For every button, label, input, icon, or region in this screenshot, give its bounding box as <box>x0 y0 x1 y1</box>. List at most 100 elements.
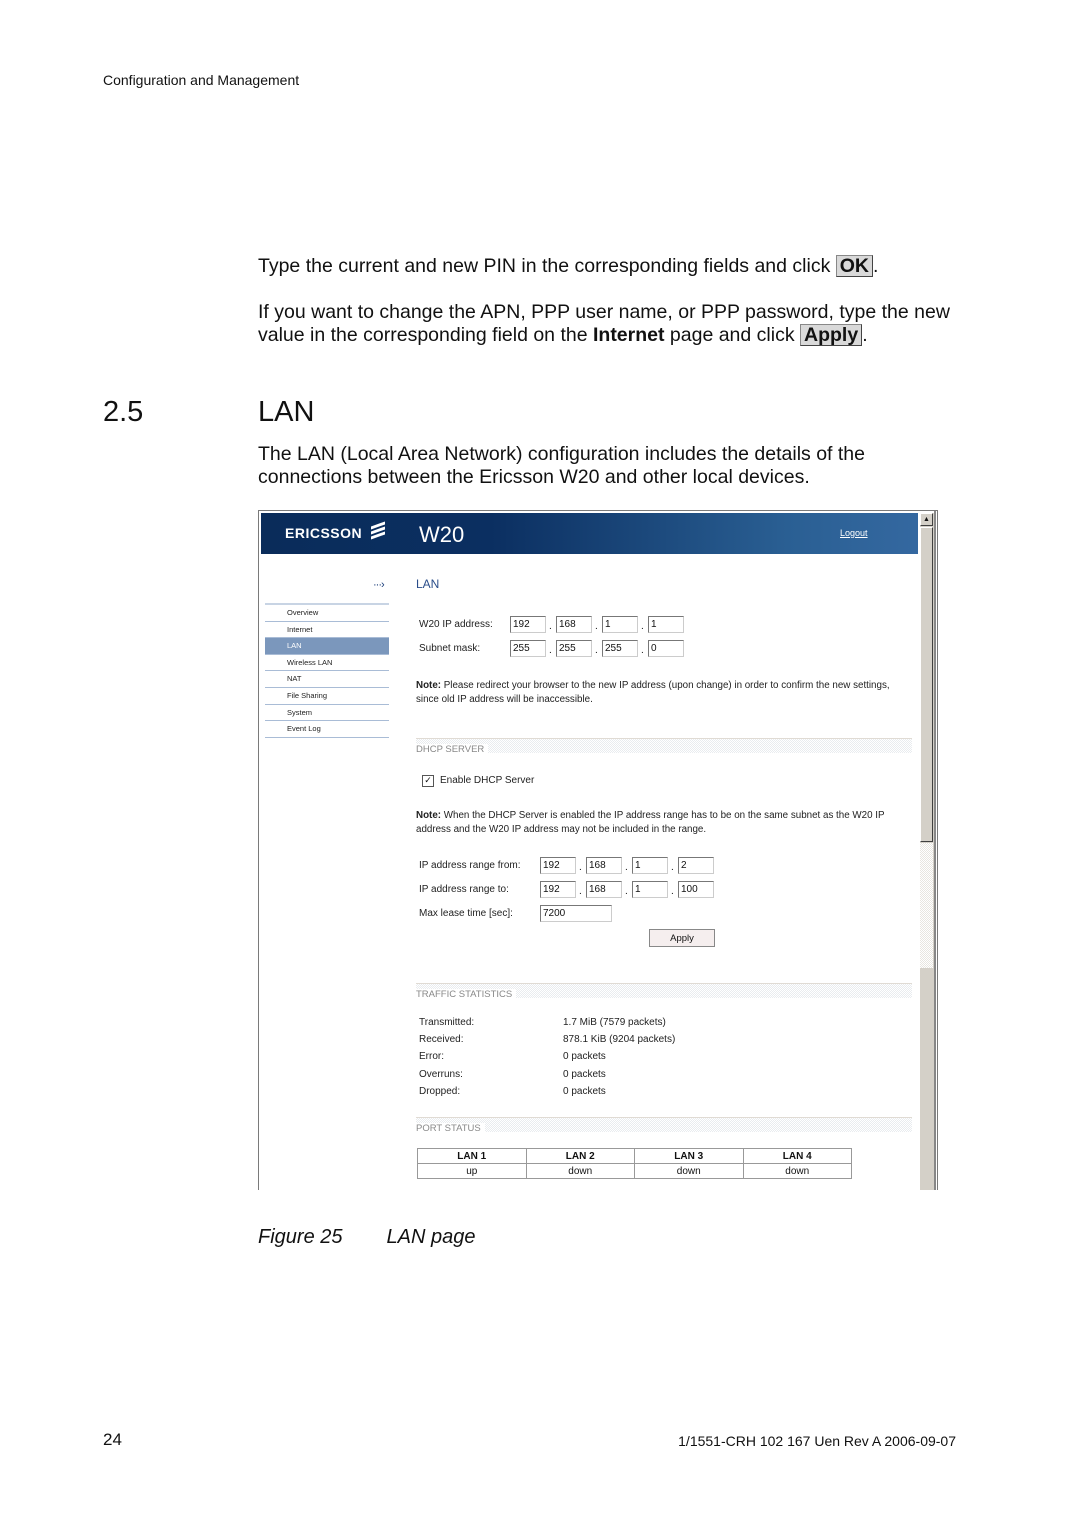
range-from-label: IP address range from: <box>419 860 521 871</box>
figure-label: Figure 25 <box>258 1226 343 1248</box>
note-text: When the DHCP Server is enabled the IP a… <box>416 810 885 835</box>
dot-separator: . <box>641 645 644 656</box>
dhcp-section-header: DHCP SERVER <box>416 738 912 755</box>
range-from-octet-2[interactable]: 168 <box>586 857 622 874</box>
stat-label: Dropped: <box>419 1086 461 1097</box>
dot-separator: . <box>595 621 598 632</box>
port-status: down <box>525 1163 635 1179</box>
paragraph-text: Type the current and new PIN in the corr… <box>258 255 836 277</box>
dot-separator: . <box>641 621 644 632</box>
port-status: up <box>417 1163 527 1179</box>
port-status-table: LAN 1 LAN 2 LAN 3 LAN 4 up down down dow… <box>417 1148 852 1179</box>
scroll-track[interactable] <box>920 843 933 968</box>
dot-separator: . <box>579 886 582 897</box>
range-to-label: IP address range to: <box>419 884 509 895</box>
running-head: Configuration and Management <box>103 72 300 88</box>
range-from-octet-3[interactable]: 1 <box>632 857 668 874</box>
dhcp-note: Note: When the DHCP Server is enabled th… <box>416 809 906 837</box>
dot-separator: . <box>671 862 674 873</box>
port-section-header: PORT STATUS <box>416 1117 912 1134</box>
section-number: 2.5 <box>103 396 144 428</box>
mask-octet-4[interactable]: 0 <box>648 640 684 657</box>
stat-value: 0 packets <box>563 1086 606 1097</box>
range-to-octet-4[interactable]: 100 <box>678 881 714 898</box>
sidebar-item-internet[interactable]: Internet <box>265 621 389 639</box>
paragraph-text: page and click <box>664 324 801 346</box>
note-text: Please redirect your browser to the new … <box>416 680 890 705</box>
vertical-scrollbar[interactable]: ▲ <box>919 513 934 1190</box>
figure-title: LAN page <box>386 1226 476 1248</box>
sidebar-item-system[interactable]: System <box>265 704 389 722</box>
port-status: down <box>634 1163 744 1179</box>
port-name: LAN 2 <box>525 1148 635 1164</box>
mask-octet-2[interactable]: 255 <box>556 640 592 657</box>
ip-octet-4[interactable]: 1 <box>648 616 684 633</box>
dot-separator: . <box>549 645 552 656</box>
stat-value: 1.7 MiB (7579 packets) <box>563 1017 666 1028</box>
window-border <box>934 511 936 1190</box>
stat-value: 0 packets <box>563 1069 606 1080</box>
mask-octet-1[interactable]: 255 <box>510 640 546 657</box>
sidebar-nav: Overview Internet LAN Wireless LAN NAT F… <box>265 603 389 738</box>
page-heading: LAN <box>416 577 440 591</box>
stat-label: Error: <box>419 1051 444 1062</box>
stat-label: Overruns: <box>419 1069 463 1080</box>
range-to-octet-3[interactable]: 1 <box>632 881 668 898</box>
dot-separator: . <box>579 862 582 873</box>
lan-page-screenshot: ERICSSON W20 Logout ···› LAN Overview In… <box>258 510 938 1190</box>
note-label: Note: <box>416 810 442 821</box>
enable-dhcp-checkbox[interactable]: ✓ <box>422 775 434 787</box>
paragraph-pin: Type the current and new PIN in the corr… <box>258 255 879 277</box>
ip-octet-1[interactable]: 192 <box>510 616 546 633</box>
traffic-section-title: TRAFFIC STATISTICS <box>416 989 517 1000</box>
header-banner: ERICSSON W20 Logout <box>261 513 918 554</box>
range-from-octet-1[interactable]: 192 <box>540 857 576 874</box>
lease-time-label: Max lease time [sec]: <box>419 908 513 919</box>
figure-caption: Figure 25 LAN page <box>258 1226 475 1249</box>
ip-address-label: W20 IP address: <box>419 619 493 630</box>
arrow-right-icon: ···› <box>373 579 385 591</box>
table-row: up down down down <box>417 1163 852 1179</box>
apply-button[interactable]: Apply <box>649 929 715 947</box>
subnet-mask-label: Subnet mask: <box>419 643 481 654</box>
scroll-thumb[interactable] <box>920 527 933 842</box>
ericsson-logo-icon <box>371 521 385 540</box>
dot-separator: . <box>595 645 598 656</box>
port-name: LAN 3 <box>634 1148 744 1164</box>
table-header-row: LAN 1 LAN 2 LAN 3 LAN 4 <box>417 1148 852 1164</box>
sidebar-item-lan[interactable]: LAN <box>265 638 389 655</box>
logout-link[interactable]: Logout <box>840 528 868 538</box>
stat-value: 878.1 KiB (9204 packets) <box>563 1034 676 1045</box>
range-to-octet-1[interactable]: 192 <box>540 881 576 898</box>
ip-octet-2[interactable]: 168 <box>556 616 592 633</box>
dot-separator: . <box>549 621 552 632</box>
stat-value: 0 packets <box>563 1051 606 1062</box>
range-to-octet-2[interactable]: 168 <box>586 881 622 898</box>
port-status: down <box>742 1163 852 1179</box>
sidebar-item-wireless-lan[interactable]: Wireless LAN <box>265 654 389 672</box>
port-name: LAN 4 <box>742 1148 852 1164</box>
sidebar-item-nat[interactable]: NAT <box>265 671 389 688</box>
sidebar-item-file-sharing[interactable]: File Sharing <box>265 687 389 705</box>
port-name: LAN 1 <box>417 1148 527 1164</box>
scroll-up-icon[interactable]: ▲ <box>920 513 933 526</box>
stat-label: Transmitted: <box>419 1017 475 1028</box>
sidebar-item-overview[interactable]: Overview <box>265 605 389 622</box>
redirect-note: Note: Please redirect your browser to th… <box>416 679 906 707</box>
paragraph-apn: If you want to change the APN, PPP user … <box>258 301 950 346</box>
enable-dhcp-label: Enable DHCP Server <box>440 775 535 786</box>
apply-button-ref: Apply <box>800 324 863 346</box>
document-id: 1/1551-CRH 102 167 Uen Rev A 2006-09-07 <box>678 1433 956 1449</box>
dot-separator: . <box>625 862 628 873</box>
stat-label: Received: <box>419 1034 464 1045</box>
ip-octet-3[interactable]: 1 <box>602 616 638 633</box>
ok-button-ref: OK <box>835 255 873 277</box>
lease-time-input[interactable]: 7200 <box>540 905 612 922</box>
traffic-section-header: TRAFFIC STATISTICS <box>416 983 912 1000</box>
sidebar-item-event-log[interactable]: Event Log <box>265 721 389 738</box>
mask-octet-3[interactable]: 255 <box>602 640 638 657</box>
section-title: LAN <box>258 396 315 428</box>
range-from-octet-4[interactable]: 2 <box>678 857 714 874</box>
section-intro: The LAN (Local Area Network) configurati… <box>258 443 865 488</box>
dot-separator: . <box>671 886 674 897</box>
